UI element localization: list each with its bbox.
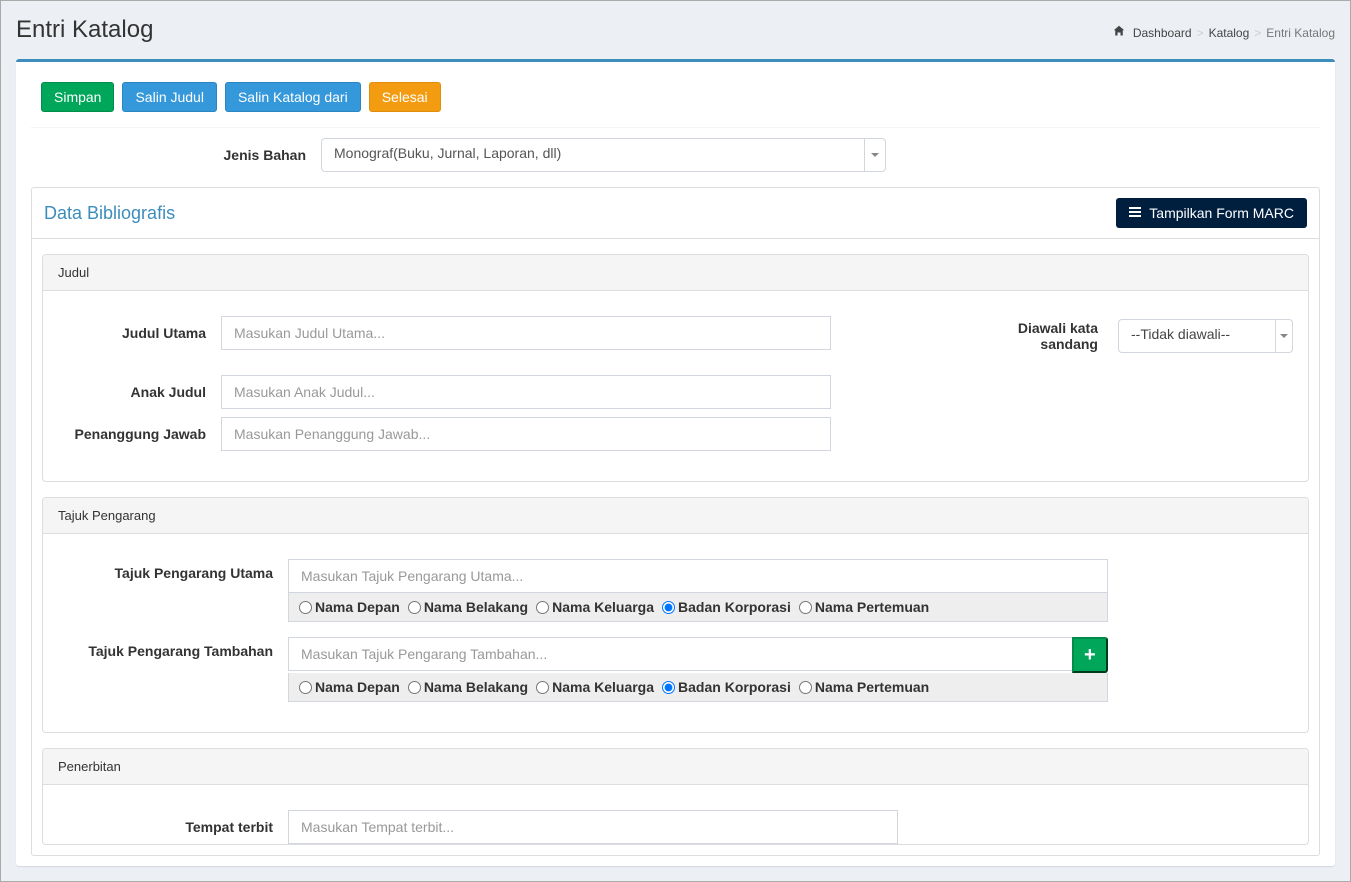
plus-icon: +	[1084, 644, 1096, 667]
chevron-down-icon	[864, 138, 886, 172]
copy-catalog-from-button[interactable]: Salin Katalog dari	[225, 82, 361, 112]
breadcrumb-dashboard-label: Dashboard	[1133, 26, 1192, 40]
breadcrumb-sep: >	[1249, 26, 1266, 40]
panel-penerbitan-heading: Penerbitan	[43, 749, 1308, 785]
panel-tajuk-pengarang: Tajuk Pengarang Tajuk Pengarang Utama Na…	[42, 497, 1309, 733]
panel-judul: Judul Judul Utama	[42, 254, 1309, 482]
tajuk-tambahan-input[interactable]	[288, 637, 1072, 671]
radio-nama-pertemuan[interactable]: Nama Pertemuan	[799, 599, 929, 615]
breadcrumb-dashboard[interactable]: Dashboard	[1113, 25, 1191, 40]
diawali-value: --Tidak diawali--	[1118, 319, 1275, 353]
radio-nama-pertemuan[interactable]: Nama Pertemuan	[799, 679, 929, 695]
show-marc-form-button[interactable]: Tampilkan Form MARC	[1116, 198, 1307, 228]
diawali-label: Diawali kata sandang	[958, 320, 1108, 352]
radio-nama-belakang[interactable]: Nama Belakang	[408, 679, 528, 695]
panel-tajuk-heading: Tajuk Pengarang	[43, 498, 1308, 534]
jenis-bahan-select[interactable]: Monograf(Buku, Jurnal, Laporan, dll)	[321, 138, 886, 172]
penanggung-jawab-label: Penanggung Jawab	[58, 426, 221, 442]
panel-judul-heading: Judul	[43, 255, 1308, 291]
chevron-down-icon	[1275, 319, 1293, 353]
penanggung-jawab-input[interactable]	[221, 417, 831, 451]
list-icon	[1129, 205, 1145, 221]
radio-badan-korporasi[interactable]: Badan Korporasi	[662, 679, 791, 695]
tajuk-utama-input[interactable]	[288, 559, 1108, 593]
tab-data-bibliografis[interactable]: Data Bibliografis	[44, 203, 175, 224]
diawali-select[interactable]: --Tidak diawali--	[1118, 319, 1293, 353]
radio-nama-keluarga[interactable]: Nama Keluarga	[536, 679, 654, 695]
tajuk-utama-radio-row: Nama Depan Nama Belakang Nama Keluarga B…	[288, 593, 1108, 622]
judul-utama-input[interactable]	[221, 316, 831, 350]
tempat-terbit-input[interactable]	[288, 810, 898, 844]
breadcrumb: Dashboard > Katalog > Entri Katalog	[1113, 25, 1335, 40]
jenis-bahan-value: Monograf(Buku, Jurnal, Laporan, dll)	[321, 138, 864, 172]
copy-title-button[interactable]: Salin Judul	[122, 82, 217, 112]
save-button[interactable]: Simpan	[41, 82, 114, 112]
breadcrumb-current: Entri Katalog	[1266, 26, 1335, 40]
tajuk-tambahan-radio-row: Nama Depan Nama Belakang Nama Keluarga B…	[288, 673, 1108, 702]
jenis-bahan-label: Jenis Bahan	[31, 147, 321, 163]
page-title: Entri Katalog	[16, 16, 153, 44]
add-tajuk-tambahan-button[interactable]: +	[1072, 637, 1108, 673]
action-row: Simpan Salin Judul Salin Katalog dari Se…	[31, 72, 1320, 128]
tajuk-utama-label: Tajuk Pengarang Utama	[58, 559, 288, 581]
radio-nama-keluarga[interactable]: Nama Keluarga	[536, 599, 654, 615]
tempat-terbit-label: Tempat terbit	[58, 819, 288, 835]
home-icon	[1113, 26, 1128, 40]
radio-nama-belakang[interactable]: Nama Belakang	[408, 599, 528, 615]
breadcrumb-katalog[interactable]: Katalog	[1209, 26, 1250, 40]
radio-nama-depan[interactable]: Nama Depan	[299, 679, 400, 695]
anak-judul-input[interactable]	[221, 375, 831, 409]
tajuk-tambahan-label: Tajuk Pengarang Tambahan	[58, 637, 288, 659]
judul-utama-label: Judul Utama	[58, 325, 221, 341]
breadcrumb-sep: >	[1192, 26, 1209, 40]
done-button[interactable]: Selesai	[369, 82, 441, 112]
show-marc-form-label: Tampilkan Form MARC	[1149, 205, 1294, 221]
radio-badan-korporasi[interactable]: Badan Korporasi	[662, 599, 791, 615]
anak-judul-label: Anak Judul	[58, 384, 221, 400]
panel-penerbitan: Penerbitan Tempat terbit	[42, 748, 1309, 845]
radio-nama-depan[interactable]: Nama Depan	[299, 599, 400, 615]
